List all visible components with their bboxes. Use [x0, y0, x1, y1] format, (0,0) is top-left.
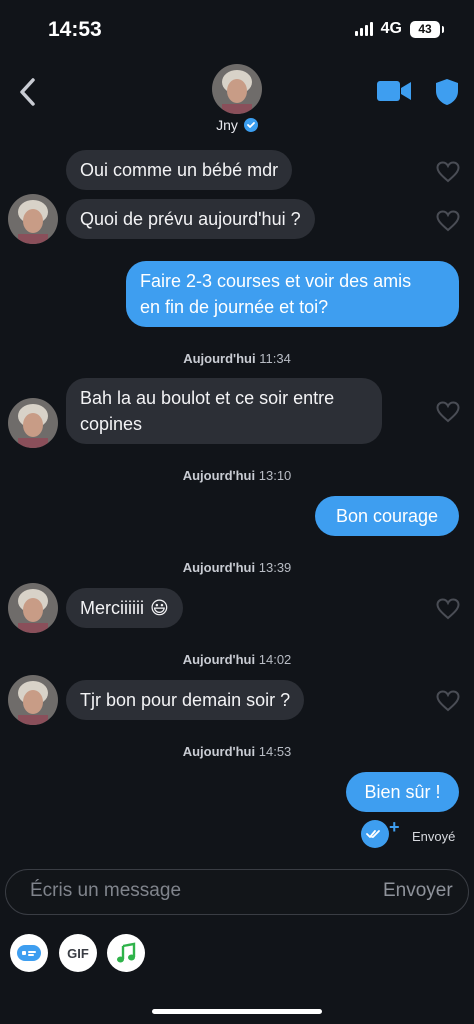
timestamp-day: Aujourd'hui [183, 351, 256, 366]
back-chevron-icon[interactable] [14, 74, 42, 110]
plus-icon: + [389, 817, 400, 837]
smiley-emoji: 😃 [150, 598, 169, 618]
heart-icon[interactable] [436, 690, 460, 712]
timestamp-time: 13:10 [258, 468, 292, 483]
contact-name-row[interactable]: Jny [200, 117, 274, 133]
heart-icon[interactable] [436, 401, 460, 423]
heart-icon[interactable] [436, 161, 460, 183]
contact-name: Jny [216, 117, 238, 133]
timestamp-time: 14:02 [258, 652, 292, 667]
timestamp-time: 14:53 [258, 744, 292, 759]
timestamp-day: Aujourd'hui [182, 744, 256, 759]
heart-icon[interactable] [436, 210, 460, 232]
timestamp: Aujourd'hui 14:02 [0, 652, 474, 667]
heart-icon[interactable] [436, 598, 460, 620]
message-bubble-outgoing[interactable]: Faire 2-3 courses et voir des amis en fi… [126, 261, 459, 327]
network-label: 4G [380, 20, 402, 37]
contact-avatar[interactable] [8, 583, 58, 633]
contact-avatar[interactable] [8, 398, 58, 448]
timestamp: Aujourd'hui 14:53 [0, 744, 474, 759]
timestamp: Aujourd'hui 13:39 [0, 560, 474, 575]
message-line: en fin de journée et toi? [140, 297, 329, 317]
timestamp: Aujourd'hui 11:34 [0, 351, 474, 366]
timestamp-time: 11:34 [259, 351, 291, 366]
message-line: Bah la au boulot et ce soir entre [80, 388, 335, 408]
music-note-icon[interactable] [107, 934, 145, 972]
message-bubble-incoming[interactable]: Oui comme un bébé mdr [66, 150, 293, 190]
timestamp-day: Aujourd'hui [182, 652, 256, 667]
timestamp: Aujourd'hui 13:10 [0, 468, 474, 483]
message-input[interactable]: Écris un message [30, 880, 181, 902]
message-line: Faire 2-3 courses et voir des amis [140, 271, 412, 291]
gif-button[interactable]: GIF [59, 934, 97, 972]
contact-avatar[interactable] [8, 194, 58, 244]
verified-icon [243, 118, 258, 132]
message-bubble-incoming[interactable]: Merciiiiii 😃 [66, 588, 183, 628]
contact-avatar[interactable] [8, 675, 58, 725]
message-text: Merciiiiii [80, 598, 144, 618]
send-button[interactable]: Envoyer [383, 880, 453, 902]
message-line: copines [80, 414, 143, 434]
shield-icon[interactable] [434, 78, 460, 106]
battery-level: 43 [418, 22, 432, 36]
home-indicator[interactable] [152, 1009, 322, 1014]
message-bubble-incoming[interactable]: Quoi de prévu aujourd'hui ? [66, 199, 315, 239]
sticker-icon[interactable] [10, 934, 48, 972]
contact-avatar[interactable] [212, 64, 262, 114]
gif-label: GIF [67, 945, 89, 961]
battery-icon: 43 [410, 20, 444, 38]
message-bubble-incoming[interactable]: Bah la au boulot et ce soir entre copine… [66, 378, 382, 444]
timestamp-day: Aujourd'hui [182, 468, 256, 483]
video-call-icon[interactable] [376, 78, 412, 104]
status-time: 14:53 [48, 18, 102, 41]
timestamp-day: Aujourd'hui [182, 560, 256, 575]
delivery-status: Envoyé [412, 829, 456, 844]
message-bubble-incoming[interactable]: Tjr bon pour demain soir ? [66, 680, 305, 720]
status-indicators: 4G 43 [354, 20, 444, 38]
message-bubble-outgoing[interactable]: Bon courage [315, 496, 459, 536]
signal-icon [354, 22, 373, 36]
message-bubble-outgoing[interactable]: Bien sûr ! [346, 772, 459, 812]
double-check-icon [361, 820, 389, 848]
timestamp-time: 13:39 [258, 560, 292, 575]
